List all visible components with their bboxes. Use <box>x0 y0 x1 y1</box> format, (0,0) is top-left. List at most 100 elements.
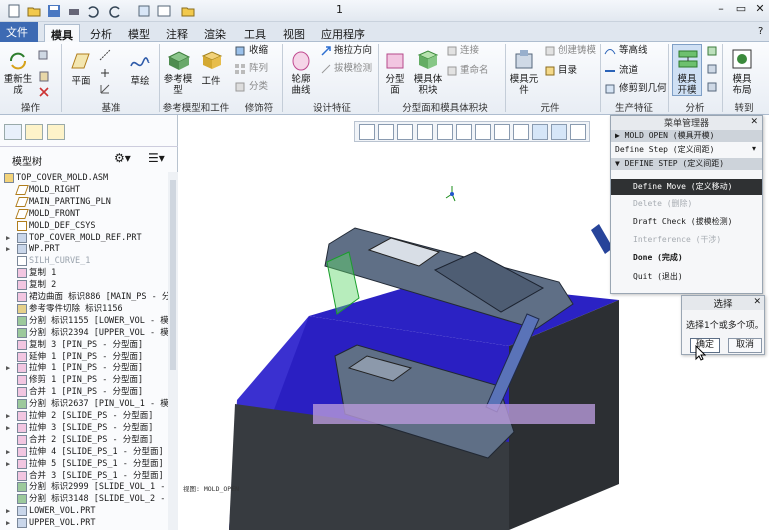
trim-to-geometry-icon[interactable] <box>604 83 616 95</box>
draft-check-ribbon-button[interactable]: 拔模检测 <box>334 63 372 74</box>
tree-item[interactable]: 分割 标识2637 [PIN_VOL_1 - 模 <box>0 398 168 410</box>
expand-arrow-icon[interactable]: ▶ <box>6 243 10 255</box>
tree-item[interactable]: MAIN_PARTING_PLN <box>0 196 168 208</box>
tab-model[interactable]: 模型 <box>122 24 156 42</box>
menu-item[interactable]: Interference (干涉) <box>611 234 762 246</box>
tree-item[interactable]: 分割 标识2394 [UPPER_VOL - 模 <box>0 327 168 339</box>
tab-annotate[interactable]: 注释 <box>160 24 194 42</box>
parting-surface-button[interactable]: 分型 面 <box>380 74 410 96</box>
tree-item[interactable]: ▶ 拉伸 4 [SLIDE_PS_1 - 分型面] <box>0 446 168 458</box>
expand-arrow-icon[interactable]: ▶ <box>6 362 10 374</box>
zoom-out-icon[interactable] <box>397 124 413 140</box>
saved-orientations-icon[interactable] <box>456 124 472 140</box>
array-button[interactable]: 阵列 <box>249 63 268 74</box>
plane-button[interactable]: 平面 <box>68 76 94 87</box>
tree-item[interactable]: 合并 1 [PIN_PS - 分型面] <box>0 386 168 398</box>
runner-icon[interactable] <box>604 65 616 77</box>
tree-item[interactable]: SILH_CURVE_1 <box>0 255 168 267</box>
csys-display-icon[interactable] <box>570 124 586 140</box>
expand-arrow-icon[interactable]: ▶ <box>6 410 10 422</box>
tree-item[interactable]: 复制 3 [PIN_PS - 分型面] <box>0 339 168 351</box>
tree-item[interactable]: 分割 标识2999 [SLIDE_VOL_1 - <box>0 481 168 493</box>
perspective-icon[interactable] <box>494 124 510 140</box>
spin-center-icon[interactable] <box>551 124 567 140</box>
tab-tools[interactable]: 工具 <box>238 24 272 42</box>
tab-applications[interactable]: 应用程序 <box>315 24 371 42</box>
window-icon[interactable] <box>156 3 172 19</box>
tree-item[interactable]: ▶ WP.PRT <box>0 243 168 255</box>
reference-model-icon[interactable] <box>166 48 192 72</box>
sketch-icon[interactable] <box>128 50 152 72</box>
tree-scrollbar[interactable] <box>168 172 178 530</box>
mold-open-button[interactable]: 模具 开模 <box>672 74 702 96</box>
classify-icon[interactable] <box>234 81 246 93</box>
open-folder-icon[interactable] <box>26 3 42 19</box>
contour-curve-icon[interactable] <box>290 48 312 72</box>
draft-check-icon[interactable] <box>320 63 332 75</box>
expand-arrow-icon[interactable]: ▶ <box>6 458 10 470</box>
sketch-button[interactable]: 草绘 <box>126 76 154 87</box>
tree-item[interactable]: 合并 3 [SLIDE_PS_1 - 分型面] <box>0 470 168 482</box>
save-icon[interactable] <box>46 3 62 19</box>
repaint-icon[interactable] <box>417 124 433 140</box>
expand-arrow-icon[interactable]: ▶ <box>6 422 10 434</box>
draw-direction-icon[interactable] <box>320 45 332 57</box>
analysis-small-icon-1[interactable] <box>706 45 718 57</box>
layer-tab[interactable] <box>25 124 43 140</box>
undo-icon[interactable] <box>84 3 100 19</box>
expand-arrow-icon[interactable]: ▶ <box>6 505 10 517</box>
menu-item[interactable]: Draft Check (拔模检测) <box>611 216 762 228</box>
tree-item[interactable]: ▶ UPPER_VOL.PRT <box>0 517 168 529</box>
mold-open-icon[interactable] <box>676 47 700 71</box>
workpiece-icon[interactable] <box>200 48 224 72</box>
tree-item[interactable]: ▶ 拉伸 3 [SLIDE_PS - 分型面] <box>0 422 168 434</box>
paste-icon[interactable] <box>38 70 50 82</box>
rename-button[interactable]: 重命名 <box>460 65 489 76</box>
regenerate-button[interactable]: 重新生 成 <box>2 74 34 96</box>
redo-icon[interactable] <box>108 3 124 19</box>
mold-layout-button[interactable]: 模具 布局 <box>726 74 758 96</box>
tree-item[interactable]: MOLD_FRONT <box>0 208 168 220</box>
tree-item[interactable]: 修剪 1 [PIN_PS - 分型面] <box>0 374 168 386</box>
draw-direction-button[interactable]: 拖拉方向 <box>334 45 372 56</box>
refit-icon[interactable] <box>359 124 375 140</box>
menu-item[interactable]: Define Step (定义间距) <box>611 144 762 156</box>
tree-scroll-thumb[interactable] <box>170 180 176 370</box>
delete-icon[interactable] <box>38 86 50 98</box>
new-file-icon[interactable] <box>6 3 22 19</box>
tree-item[interactable]: 分割 标识3148 [SLIDE_VOL_2 - <box>0 493 168 505</box>
mold-element-button[interactable]: 模具元 件 <box>508 74 540 96</box>
menu-item[interactable]: Quit (退出) <box>611 271 762 283</box>
model-tree-tab[interactable] <box>4 124 22 140</box>
parting-surface-icon[interactable] <box>384 48 406 72</box>
tab-file[interactable]: 文件 <box>0 22 38 42</box>
tree-item[interactable]: 复制 1 <box>0 267 168 279</box>
mold-volume-icon[interactable] <box>416 48 440 72</box>
expand-arrow-icon[interactable]: ▶ <box>6 517 10 529</box>
create-casting-icon[interactable] <box>544 45 556 57</box>
select-dialog-close-icon[interactable]: ✕ <box>753 297 761 307</box>
isoline-icon[interactable] <box>604 45 616 57</box>
trim-to-geometry-button[interactable]: 修剪到几何 <box>619 83 667 94</box>
workpiece-button[interactable]: 工件 <box>198 76 224 87</box>
tree-item[interactable]: ▶ LOWER_VOL.PRT <box>0 505 168 517</box>
classify-button[interactable]: 分类 <box>249 81 268 92</box>
plane-icon[interactable] <box>68 50 92 72</box>
tree-item[interactable]: MOLD_RIGHT <box>0 184 168 196</box>
tree-item[interactable]: ▶ 拉伸 2 [SLIDE_PS - 分型面] <box>0 410 168 422</box>
catalog-button[interactable]: 目录 <box>558 65 577 76</box>
mold-volume-button[interactable]: 模具体 积块 <box>410 74 446 96</box>
print-icon[interactable] <box>66 3 82 19</box>
tree-item[interactable]: 合并 2 [SLIDE_PS - 分型面] <box>0 434 168 446</box>
tree-item[interactable]: ▶ TOP_COVER_MOLD_REF.PRT <box>0 232 168 244</box>
menu-manager-close-icon[interactable]: ✕ <box>750 117 758 127</box>
tree-settings-icon[interactable]: ⚙▾ <box>114 151 131 165</box>
tab-view[interactable]: 视图 <box>277 24 311 42</box>
view-manager-icon[interactable] <box>475 124 491 140</box>
tree-item[interactable]: 裙边曲面 标识886 [MAIN_PS - 分 <box>0 291 168 303</box>
connect-icon[interactable] <box>446 45 458 57</box>
tab-analysis[interactable]: 分析 <box>84 24 118 42</box>
tree-item[interactable]: 参考零件切除 标识1156 <box>0 303 168 315</box>
mold-element-icon[interactable] <box>512 46 536 72</box>
dropdown-arrow-icon[interactable]: ▾ <box>752 144 756 153</box>
